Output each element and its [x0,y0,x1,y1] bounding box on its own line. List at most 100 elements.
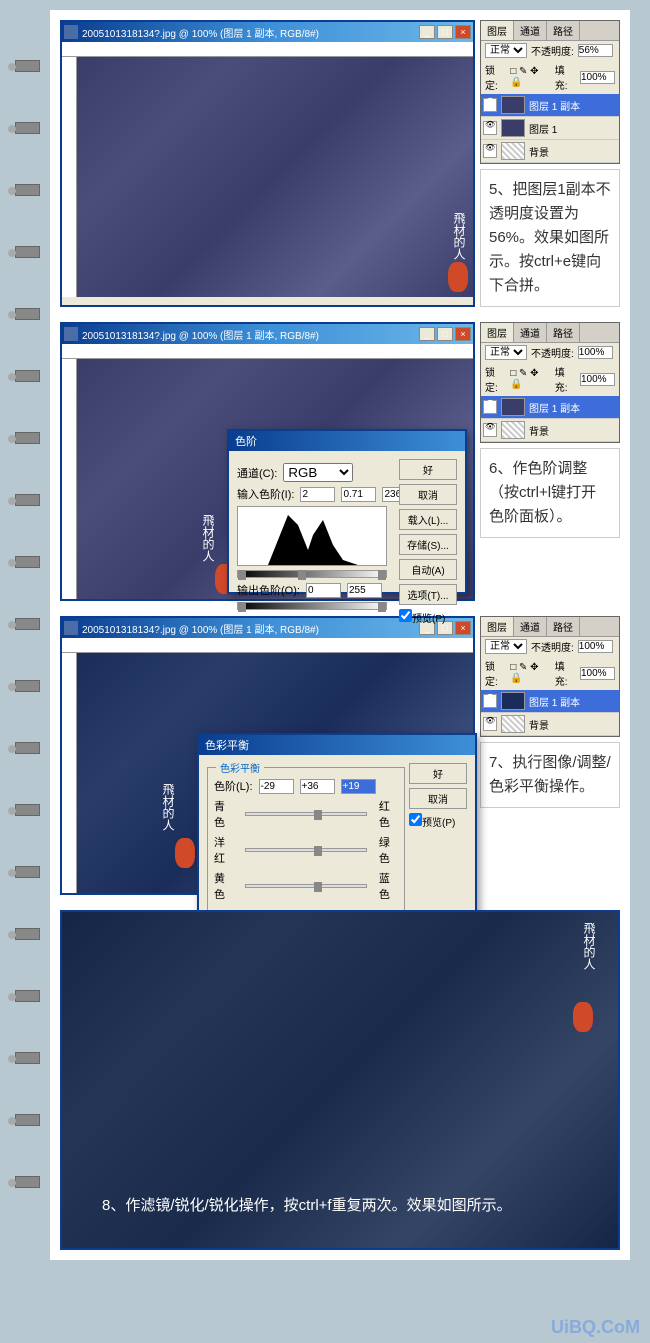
minimize-button[interactable]: _ [419,25,435,39]
watermark: 飛材的人 [147,783,177,863]
visibility-icon[interactable] [483,717,497,731]
watermark: 飛材的人 [187,514,217,594]
visibility-icon[interactable] [483,144,497,158]
watermark: 飛材的人 [568,922,598,1002]
levels-dialog[interactable]: 色阶 通道(C): RGB 输入色阶(I): 输出色阶(O): 好 取消 载入(… [227,429,467,594]
tab-layers[interactable]: 图层 [481,323,514,342]
magenta-label: 洋红 [214,834,233,866]
output-shadow[interactable] [306,583,341,598]
blue-label: 蓝色 [379,870,398,902]
fill-input[interactable] [580,71,615,84]
photoshop-window-5: 2005101318134?.jpg @ 100% (图层 1 副本, RGB/… [60,20,475,307]
layer-thumbnail [501,142,525,160]
titlebar[interactable]: 2005101318134?.jpg @ 100% (图层 1 副本, RGB/… [62,324,473,344]
visibility-icon[interactable] [483,423,497,437]
ok-button[interactable]: 好 [409,763,467,784]
app-icon [64,25,78,39]
opacity-input[interactable] [578,640,613,653]
layer-thumbnail [501,96,525,114]
titlebar[interactable]: 2005101318134?.jpg @ 100% (图层 1 副本, RGB/… [62,22,473,42]
opacity-label: 不透明度: [531,639,574,654]
close-button[interactable]: × [455,621,471,635]
maximize-button[interactable]: □ [437,327,453,341]
background-layer[interactable]: 背景 [481,140,619,163]
output-slider[interactable] [237,602,387,610]
canvas-area[interactable]: 飛材的人 色彩平衡 色彩平衡 色阶(L): 青色红色 洋红绿色 黄色蓝色 色调平… [77,653,473,893]
blend-mode-select[interactable]: 正常 [485,639,527,654]
options-button[interactable]: 选项(T)... [399,584,457,605]
tab-channels[interactable]: 通道 [514,21,547,40]
output-highlight[interactable] [347,583,382,598]
tab-channels[interactable]: 通道 [514,323,547,342]
preview-checkbox[interactable] [409,813,422,826]
channel-label: 通道(C): [237,465,277,481]
yellow-blue-slider[interactable] [245,884,367,888]
input-slider[interactable] [237,570,387,578]
fill-label: 填充: [555,364,576,394]
layer-1-copy[interactable]: 图层 1 副本 [481,396,619,419]
visibility-icon[interactable] [483,121,497,135]
layers-panel[interactable]: 图层 通道 路径 正常 不透明度: 锁定: □ ✎ ✥ 🔒 填充: 图层 1 副… [480,20,620,164]
channel-select[interactable]: RGB [283,463,353,482]
cyan-label: 青色 [214,798,233,830]
tab-layers[interactable]: 图层 [481,21,514,40]
opacity-input[interactable] [578,346,613,359]
document-title: 2005101318134?.jpg @ 100% (图层 1 副本, RGB/… [82,25,419,40]
fill-input[interactable] [580,667,615,680]
visibility-icon[interactable] [483,694,497,708]
seal-stamp [573,1002,593,1032]
layers-panel[interactable]: 图层 通道 路径 正常 不透明度: 锁定: □ ✎ ✥ 🔒 填充: 图层 1 副… [480,616,620,737]
background-layer[interactable]: 背景 [481,713,619,736]
ok-button[interactable]: 好 [399,459,457,480]
auto-button[interactable]: 自动(A) [399,559,457,580]
fill-input[interactable] [580,373,615,386]
layer-1-copy[interactable]: 图层 1 副本 [481,690,619,713]
layer-1[interactable]: 图层 1 [481,117,619,140]
input-levels-label: 输入色阶(I): [237,486,294,502]
document-title: 2005101318134?.jpg @ 100% (图层 1 副本, RGB/… [82,327,419,342]
visibility-icon[interactable] [483,400,497,414]
minimize-button[interactable]: _ [419,327,435,341]
tab-paths[interactable]: 路径 [547,617,580,636]
close-button[interactable]: × [455,327,471,341]
blend-mode-select[interactable]: 正常 [485,345,527,360]
section-label: 色彩平衡 [216,760,264,775]
tab-layers[interactable]: 图层 [481,617,514,636]
dialog-title: 色阶 [229,431,465,451]
cb-val3[interactable] [341,779,376,794]
blend-mode-select[interactable]: 正常 [485,43,527,58]
canvas-area[interactable]: 飛材的人 [77,57,473,297]
tab-paths[interactable]: 路径 [547,21,580,40]
background-layer[interactable]: 背景 [481,419,619,442]
dialog-title: 色彩平衡 [199,735,475,755]
red-label: 红色 [379,798,398,830]
preview-checkbox[interactable] [399,609,412,622]
opacity-label: 不透明度: [531,43,574,58]
cyan-red-slider[interactable] [245,812,367,816]
tab-channels[interactable]: 通道 [514,617,547,636]
maximize-button[interactable]: □ [437,25,453,39]
layer-thumbnail [501,398,525,416]
canvas-area[interactable]: 飛材的人 色阶 通道(C): RGB 输入色阶(I): 输出色阶(O): 好 取… [77,359,473,599]
visibility-icon[interactable] [483,98,497,112]
seal-stamp [175,838,195,868]
vertical-ruler [62,57,77,297]
layers-panel[interactable]: 图层 通道 路径 正常 不透明度: 锁定: □ ✎ ✥ 🔒 填充: 图层 1 副… [480,322,620,443]
layer-1-copy[interactable]: 图层 1 副本 [481,94,619,117]
magenta-green-slider[interactable] [245,848,367,852]
histogram [237,506,387,566]
cancel-button[interactable]: 取消 [399,484,457,505]
cb-val2[interactable] [300,779,335,794]
close-button[interactable]: × [455,25,471,39]
save-button[interactable]: 存储(S)... [399,534,457,555]
cb-val1[interactable] [259,779,294,794]
load-button[interactable]: 载入(L)... [399,509,457,530]
input-shadow[interactable] [300,487,335,502]
horizontal-ruler [62,42,473,57]
input-mid[interactable] [341,487,376,502]
opacity-input[interactable] [578,44,613,57]
cancel-button[interactable]: 取消 [409,788,467,809]
tab-paths[interactable]: 路径 [547,323,580,342]
layer-thumbnail [501,692,525,710]
opacity-label: 不透明度: [531,345,574,360]
